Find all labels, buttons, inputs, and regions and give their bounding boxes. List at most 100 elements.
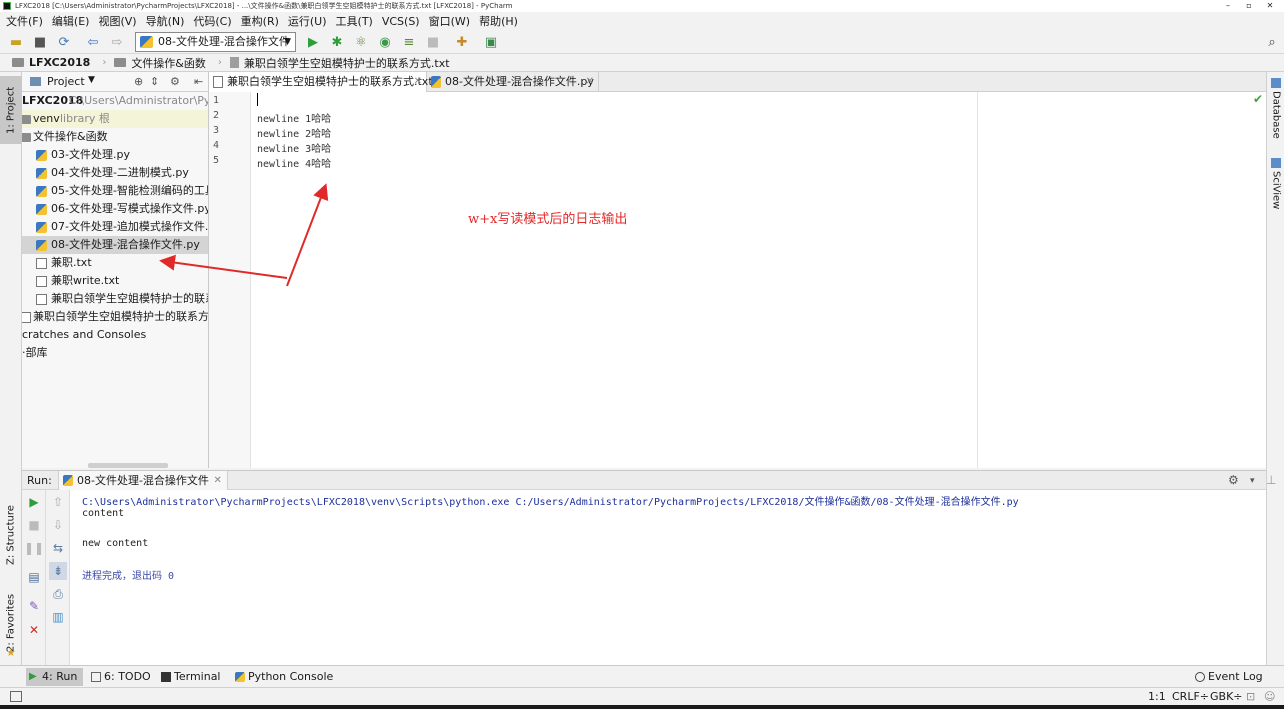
- console-exit-line: 进程完成，退出码 0: [82, 571, 175, 582]
- breadcrumb-project[interactable]: LFXC2018: [12, 56, 90, 69]
- menu-refactor[interactable]: 重构(R): [241, 13, 279, 29]
- chevron-down-icon[interactable]: ▼: [88, 75, 95, 85]
- structure-module-icon[interactable]: ▣: [482, 33, 500, 51]
- tool-tab-run[interactable]: ▶ 4: Run: [26, 668, 84, 686]
- text-file-icon: [22, 312, 31, 323]
- menu-tools[interactable]: 工具(T): [336, 13, 373, 29]
- line-number: 3: [213, 125, 220, 136]
- coverage-icon[interactable]: ⚛: [352, 33, 370, 51]
- right-margin-guide: [977, 92, 978, 468]
- menu-edit[interactable]: 编辑(E): [52, 13, 90, 29]
- menu-code[interactable]: 代码(C): [193, 13, 231, 29]
- chevron-down-icon[interactable]: ▾: [1250, 476, 1255, 486]
- menu-vcs[interactable]: VCS(S): [382, 15, 420, 28]
- soft-wrap-icon[interactable]: ⇆: [49, 539, 67, 557]
- gear-icon[interactable]: ⚙: [1228, 473, 1239, 487]
- run-icon[interactable]: ▶: [304, 33, 322, 51]
- concurrency-icon[interactable]: ≡: [400, 33, 418, 51]
- tree-item-file[interactable]: 兼职白领学生空姐模特护士的联系方: [22, 290, 208, 308]
- tool-tab-structure[interactable]: Z: Structure: [0, 500, 22, 570]
- tree-item-file[interactable]: 兼职write.txt: [22, 272, 208, 290]
- editor[interactable]: 1 2 3 4 5 newline 1哈哈 newline 2哈哈 newlin…: [209, 92, 1266, 468]
- maximize-button[interactable]: ▫: [1239, 0, 1259, 12]
- locate-icon[interactable]: ⊕: [134, 75, 143, 88]
- gear-icon[interactable]: ⚙: [170, 75, 180, 88]
- close-icon[interactable]: ✕: [25, 621, 43, 639]
- tree-item-file[interactable]: 06-文件处理-写模式操作文件.py: [22, 200, 208, 218]
- scroll-to-end-icon[interactable]: ⇟: [49, 562, 67, 580]
- close-icon[interactable]: ✕: [214, 471, 222, 490]
- back-icon[interactable]: ⇦: [84, 33, 102, 51]
- minimize-button[interactable]: –: [1218, 0, 1238, 12]
- tool-tab-project[interactable]: 1: Project: [0, 76, 22, 144]
- text-file-icon: [229, 57, 239, 68]
- tree-item-scratches[interactable]: cratches and Consoles: [22, 326, 208, 344]
- tool-tab-database[interactable]: Database: [1267, 78, 1284, 142]
- tool-tab-sciview[interactable]: SciView: [1267, 158, 1284, 212]
- save-icon[interactable]: ■: [31, 33, 49, 51]
- tool-tab-event-log[interactable]: Event Log: [1192, 668, 1269, 686]
- file-encoding[interactable]: GBK÷: [1210, 690, 1243, 703]
- tree-item-file[interactable]: 05-文件处理-智能检测编码的工具.p: [22, 182, 208, 200]
- inspector-icon[interactable]: ☺: [1264, 690, 1275, 703]
- run-icon: ▶: [29, 671, 37, 682]
- tab-py-file[interactable]: 08-文件处理-混合操作文件.py ✕: [427, 72, 599, 92]
- line-separator[interactable]: CRLF÷: [1172, 690, 1209, 703]
- pause-icon[interactable]: ❚❚: [24, 539, 44, 557]
- sync-icon[interactable]: ⟳: [55, 33, 73, 51]
- tool-tab-todo[interactable]: 6: TODO: [88, 668, 157, 686]
- tab-txt-file[interactable]: 兼职白领学生空姐模特护士的联系方式.txt ✕: [209, 72, 433, 92]
- close-window-button[interactable]: ✕: [1260, 0, 1280, 12]
- debug-icon[interactable]: ✱: [328, 33, 346, 51]
- tree-item-file[interactable]: 兼职白领学生空姐模特护士的联系方式.t: [22, 308, 208, 326]
- project-view-select[interactable]: Project: [47, 75, 85, 88]
- run-tab[interactable]: 08-文件处理-混合操作文件 ✕: [58, 471, 228, 490]
- toggle-tool-windows-icon[interactable]: [10, 691, 22, 702]
- tree-item-external-libraries[interactable]: ·部库: [22, 344, 208, 362]
- rerun-icon[interactable]: ▶: [25, 493, 43, 511]
- console-output-line: C:\Users\Administrator\PycharmProjects\L…: [82, 497, 1019, 508]
- project-panel-header: Project ▼ ⊕ ⇕ ⚙ ⇤: [22, 72, 208, 92]
- tree-item-file[interactable]: 04-文件处理-二进制模式.py: [22, 164, 208, 182]
- tree-item-file[interactable]: 兼职.txt: [22, 254, 208, 272]
- tree-item-file[interactable]: 03-文件处理.py: [22, 146, 208, 164]
- tree-item-folder[interactable]: 文件操作&函数: [22, 128, 208, 146]
- tree-item-file-selected[interactable]: 08-文件处理-混合操作文件.py: [22, 236, 208, 254]
- hide-panel-icon[interactable]: ⊥: [1266, 473, 1276, 487]
- settings-wrench-icon[interactable]: ✚: [453, 33, 471, 51]
- profile-icon[interactable]: ◉: [376, 33, 394, 51]
- stop-icon[interactable]: ■: [25, 516, 43, 534]
- menu-navigate[interactable]: 导航(N): [146, 13, 185, 29]
- close-icon[interactable]: ✕: [586, 72, 594, 92]
- menu-window[interactable]: 窗口(W): [429, 13, 470, 29]
- trash-icon[interactable]: ▥: [49, 608, 67, 626]
- menu-run[interactable]: 运行(U): [288, 13, 327, 29]
- caret-position[interactable]: 1:1: [1148, 690, 1166, 703]
- collapse-all-icon[interactable]: ⇕: [150, 75, 159, 88]
- dump-threads-icon[interactable]: ▤: [25, 568, 43, 586]
- search-everywhere-icon[interactable]: ⌕: [1263, 33, 1281, 51]
- breadcrumb-folder[interactable]: 文件操作&函数: [114, 55, 206, 71]
- hide-panel-icon[interactable]: ⇤: [194, 75, 203, 88]
- menu-help[interactable]: 帮助(H): [479, 13, 518, 29]
- tree-item-file[interactable]: 07-文件处理-追加模式操作文件.py: [22, 218, 208, 236]
- arrow-up-icon[interactable]: ⇧: [49, 493, 67, 511]
- run-configuration-select[interactable]: 08-文件处理-混合操作文件 ▼: [135, 32, 296, 52]
- stop-icon[interactable]: ■: [424, 33, 442, 51]
- menu-file[interactable]: 文件(F): [6, 13, 43, 29]
- forward-icon[interactable]: ⇨: [108, 33, 126, 51]
- tree-item-venv[interactable]: venv library 根: [22, 110, 208, 128]
- horizontal-scrollbar[interactable]: [88, 463, 168, 468]
- menu-view[interactable]: 视图(V): [98, 13, 136, 29]
- print-icon[interactable]: ⎙: [49, 585, 67, 603]
- tool-tab-terminal[interactable]: Terminal: [158, 668, 227, 686]
- tree-item-project-root[interactable]: LFXC2018 C:\Users\Administrator\Pycha: [22, 92, 208, 110]
- tool-tab-python-console[interactable]: Python Console: [232, 668, 339, 686]
- python-file-icon: [63, 475, 73, 486]
- breadcrumb-file[interactable]: 兼职白领学生空姐模特护士的联系方式.txt: [229, 55, 450, 71]
- pin-icon[interactable]: ✎: [25, 597, 43, 615]
- arrow-down-icon[interactable]: ⇩: [49, 516, 67, 534]
- close-icon[interactable]: ✕: [414, 72, 422, 92]
- lock-icon[interactable]: ⊡: [1246, 690, 1255, 703]
- open-folder-icon[interactable]: ▬: [7, 33, 25, 51]
